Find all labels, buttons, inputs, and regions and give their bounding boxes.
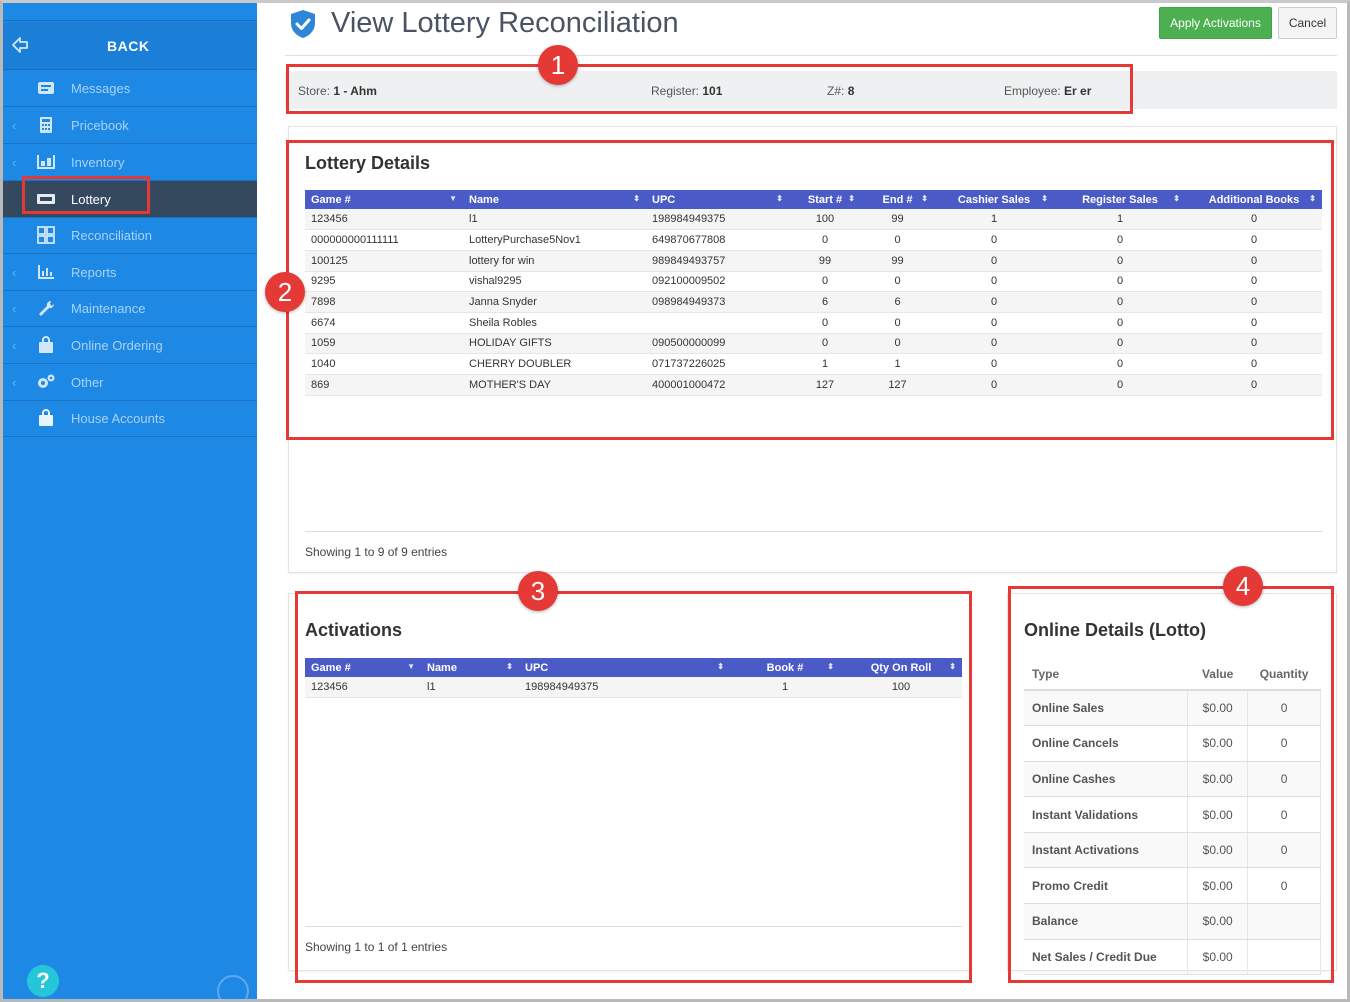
annotation-badge-3: 3: [518, 571, 558, 611]
grid-icon: [37, 226, 55, 244]
sidebar-item-label: Maintenance: [71, 301, 146, 316]
chevron-left-icon: ‹: [12, 301, 17, 316]
bag-icon: [39, 336, 53, 353]
sidebar-item-label: Inventory: [71, 155, 125, 170]
back-arrow-icon: [12, 37, 28, 53]
chevron-left-icon: ‹: [12, 265, 17, 280]
sidebar-item-messages[interactable]: Messages: [3, 70, 257, 107]
annotation-box-2: [286, 140, 1334, 440]
annotation-badge-1: 1: [538, 45, 578, 85]
help-label: ?: [36, 968, 50, 993]
inventory-icon: [37, 155, 55, 169]
sidebar-item-online-ordering[interactable]: ‹ Online Ordering: [3, 327, 257, 364]
annotation-badge-2: 2: [265, 272, 305, 312]
sidebar-item-label: Other: [71, 375, 104, 390]
annotation-box-lottery: [22, 176, 150, 214]
sidebar-item-maintenance[interactable]: ‹ Maintenance: [3, 290, 257, 327]
sidebar-item-label: Messages: [71, 81, 131, 96]
sidebar-item-label: House Accounts: [71, 411, 165, 426]
lottery-showing-entries: Showing 1 to 9 of 9 entries: [305, 545, 448, 559]
title-divider: [285, 55, 1337, 56]
gears-icon: [38, 374, 55, 388]
back-label: BACK: [107, 38, 150, 54]
sidebar-item-pricebook[interactable]: ‹ Pricebook: [3, 107, 257, 144]
annotation-box-4: [1008, 586, 1334, 983]
table-footer-divider: [305, 531, 1322, 532]
cancel-button[interactable]: Cancel: [1278, 7, 1337, 39]
page-title: View Lottery Reconciliation: [331, 7, 679, 39]
shield-check-icon: [291, 10, 315, 38]
messages-icon: [38, 82, 54, 94]
power-button[interactable]: [217, 975, 249, 1002]
sidebar-item-reconciliation[interactable]: Reconciliation: [3, 217, 257, 254]
apply-activations-button[interactable]: Apply Activations: [1159, 7, 1272, 39]
sidebar-item-house-accounts[interactable]: House Accounts: [3, 400, 257, 437]
sidebar-top-strip: [3, 3, 257, 21]
chevron-left-icon: ‹: [12, 118, 17, 133]
bar-chart-icon: [38, 265, 54, 279]
annotation-badge-4: 4: [1223, 566, 1263, 606]
wrench-icon: [39, 300, 55, 316]
sidebar-item-label: Online Ordering: [71, 338, 163, 353]
sidebar-item-label: Reports: [71, 265, 117, 280]
annotation-box-3: [295, 591, 972, 983]
annotation-box-1: [286, 64, 1133, 114]
help-button[interactable]: ?: [27, 965, 59, 997]
calculator-icon: [40, 117, 52, 133]
sidebar: BACK Messages ‹ Pricebook ‹ Inventory Lo…: [3, 3, 257, 1002]
sidebar-item-other[interactable]: ‹ Other: [3, 364, 257, 401]
sidebar-item-reports[interactable]: ‹ Reports: [3, 254, 257, 291]
bag-icon: [39, 409, 53, 426]
sidebar-item-label: Reconciliation: [71, 228, 152, 243]
chevron-left-icon: ‹: [12, 155, 17, 170]
chevron-left-icon: ‹: [12, 375, 17, 390]
chevron-left-icon: ‹: [12, 338, 17, 353]
sidebar-item-label: Pricebook: [71, 118, 129, 133]
back-button[interactable]: BACK: [3, 22, 257, 70]
